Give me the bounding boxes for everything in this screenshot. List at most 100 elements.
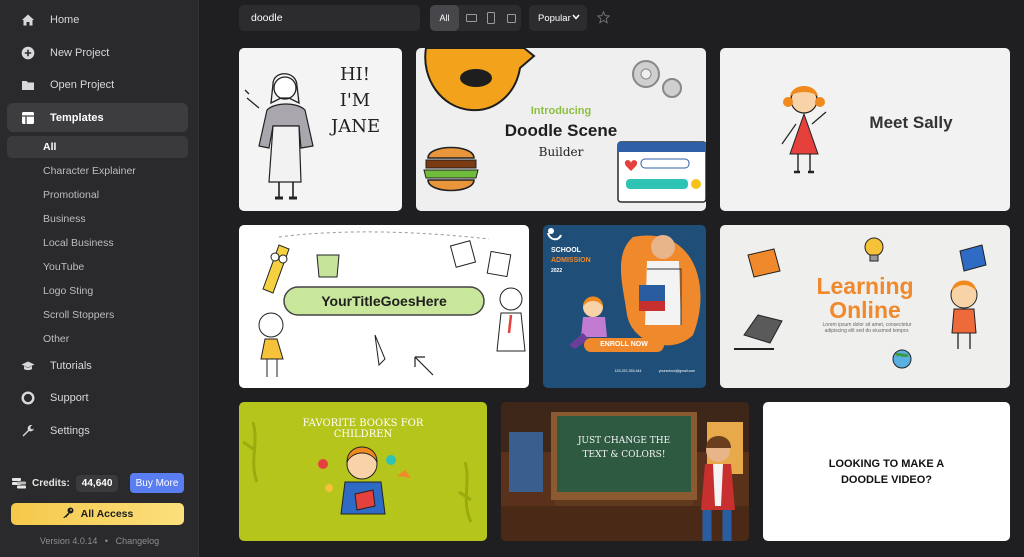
app-window: Home New Project Open Project Templates …: [0, 0, 1024, 557]
card-1-line-3: JANE: [331, 116, 381, 137]
card-8-line-2: TEXT & COLORS!: [582, 450, 666, 460]
card-8-line-1: JUST CHANGE THE: [577, 436, 671, 446]
landscape-icon: [465, 14, 477, 22]
version-separator: •: [104, 536, 109, 546]
card-5-phone: 123-222-333-444: [614, 369, 642, 373]
card-5-line-2: ADMISSION: [551, 257, 591, 264]
credits-label: Credits:: [32, 477, 70, 489]
graduation-cap-icon: [21, 359, 35, 373]
key-icon: [62, 507, 74, 522]
category-label: Scroll Stoppers: [43, 309, 115, 321]
version-row: Version 4.0.14 • Changelog: [0, 536, 199, 546]
nav-settings-label: Settings: [50, 424, 90, 437]
category-business[interactable]: Business: [7, 208, 188, 230]
card-9-text: LOOKING TO MAKE A DOODLE VIDEO?: [803, 456, 970, 488]
card-2-title: Doodle Scene: [504, 121, 618, 140]
card-2-subtitle: Builder: [538, 145, 584, 159]
sort-label: Popular: [538, 12, 571, 24]
card-5-heading: SCHOOL ADMISSION 2022: [551, 246, 621, 276]
template-card-hi-im-jane[interactable]: HI! I'M JANE: [239, 48, 402, 211]
template-card-doodle-scene-builder[interactable]: Introducing Doodle Scene Builder: [416, 48, 706, 211]
category-youtube[interactable]: YouTube: [7, 256, 188, 278]
plus-circle-icon: [21, 46, 35, 60]
nav-open-project[interactable]: Open Project: [7, 70, 188, 99]
favorites-star-icon[interactable]: [597, 11, 610, 24]
nav-open-project-label: Open Project: [50, 78, 115, 91]
category-label: Other: [43, 333, 70, 345]
template-card-school-admission[interactable]: SCHOOL ADMISSION 2022 ENROLL NOW 123-222…: [543, 225, 706, 388]
card-5-email: yourschool@gmail.com: [658, 369, 696, 373]
card-6-line-2: Online: [829, 297, 901, 323]
square-icon: [506, 13, 516, 23]
portrait-filter-button[interactable]: [481, 5, 501, 31]
category-label: Logo Sting: [43, 285, 94, 297]
nav-support-label: Support: [50, 391, 89, 404]
nav-home-label: Home: [50, 13, 80, 26]
category-other[interactable]: Other: [7, 328, 188, 350]
buy-more-button[interactable]: Buy More: [130, 473, 184, 493]
search-input[interactable]: doodle: [239, 5, 420, 31]
card-6-body: Lorem ipsum dolor sit amet, consectetur …: [822, 322, 912, 334]
template-card-favorite-books[interactable]: FAVORITE BOOKS FOR CHILDREN: [239, 402, 487, 541]
category-label: All: [43, 141, 57, 153]
credits-value: 44,640: [75, 474, 119, 492]
category-all[interactable]: All: [7, 136, 188, 158]
card-5-line-1: SCHOOL: [551, 247, 581, 254]
portrait-icon: [487, 12, 495, 24]
card-5-enroll-badge: ENROLL NOW: [584, 338, 664, 352]
filter-all-button[interactable]: All: [430, 5, 459, 31]
card-8-text: JUST CHANGE THE TEXT & COLORS!: [557, 434, 691, 462]
lifebuoy-icon: [21, 390, 35, 405]
card-4-title: YourTitleGoesHere: [321, 293, 447, 309]
version-text: Version 4.0.14: [39, 536, 98, 546]
nav-templates-label: Templates: [50, 111, 104, 124]
chevron-down-icon: [572, 14, 580, 20]
card-1-line-2: I'M: [339, 90, 371, 111]
nav-settings[interactable]: Settings: [7, 416, 188, 445]
nav-tutorials-label: Tutorials: [50, 359, 92, 372]
nav-new-project[interactable]: New Project: [7, 38, 188, 67]
card-9-line-1: LOOKING TO MAKE A: [828, 458, 945, 470]
nav-new-project-label: New Project: [50, 46, 110, 59]
home-icon: [21, 13, 35, 27]
classroom-illustration: [501, 402, 749, 541]
landscape-filter-button[interactable]: [461, 5, 481, 31]
all-access-label: All Access: [80, 508, 134, 520]
category-local-business[interactable]: Local Business: [7, 232, 188, 254]
folder-icon: [21, 78, 35, 92]
category-label: Local Business: [43, 237, 114, 249]
card-6-title: Learning Online: [800, 274, 930, 322]
template-card-looking-to-make-doodle-video[interactable]: LOOKING TO MAKE A DOODLE VIDEO?: [763, 402, 1010, 541]
nav-templates[interactable]: Templates: [7, 103, 188, 132]
card-5-line-3: 2022: [551, 268, 563, 274]
category-scroll-stoppers[interactable]: Scroll Stoppers: [7, 304, 188, 326]
category-label: Promotional: [43, 189, 100, 201]
category-character-explainer[interactable]: Character Explainer: [7, 160, 188, 182]
template-card-your-title-goes-here[interactable]: YourTitleGoesHere: [239, 225, 529, 388]
changelog-link[interactable]: Changelog: [116, 536, 160, 546]
category-label: Business: [43, 213, 86, 225]
card-1-text: HI! I'M JANE: [331, 62, 381, 140]
card-2-intro: Introducing: [530, 105, 592, 117]
nav-tutorials[interactable]: Tutorials: [7, 351, 188, 380]
nav-support[interactable]: Support: [7, 383, 188, 412]
category-label: YouTube: [43, 261, 85, 273]
coins-icon: [12, 477, 26, 489]
card-1-line-1: HI!: [339, 64, 371, 85]
category-logo-sting[interactable]: Logo Sting: [7, 280, 188, 302]
card-3-title: Meet Sally: [869, 113, 953, 132]
template-card-meet-sally[interactable]: Meet Sally: [720, 48, 1010, 211]
sort-select[interactable]: Popular: [529, 5, 587, 31]
nav-home[interactable]: Home: [7, 5, 188, 34]
category-label: Character Explainer: [43, 165, 136, 177]
category-promotional[interactable]: Promotional: [7, 184, 188, 206]
sidebar: Home New Project Open Project Templates …: [0, 0, 199, 557]
all-access-button[interactable]: All Access: [11, 503, 184, 525]
square-filter-button[interactable]: [501, 5, 521, 31]
card-9-line-2: DOODLE VIDEO?: [840, 474, 933, 486]
templates-icon: [21, 111, 35, 125]
template-card-learning-online[interactable]: Learning Online Lorem ipsum dolor sit am…: [720, 225, 1010, 388]
orientation-filter: All: [430, 5, 521, 31]
wrench-icon: [21, 424, 35, 438]
template-card-just-change-text[interactable]: JUST CHANGE THE TEXT & COLORS!: [501, 402, 749, 541]
